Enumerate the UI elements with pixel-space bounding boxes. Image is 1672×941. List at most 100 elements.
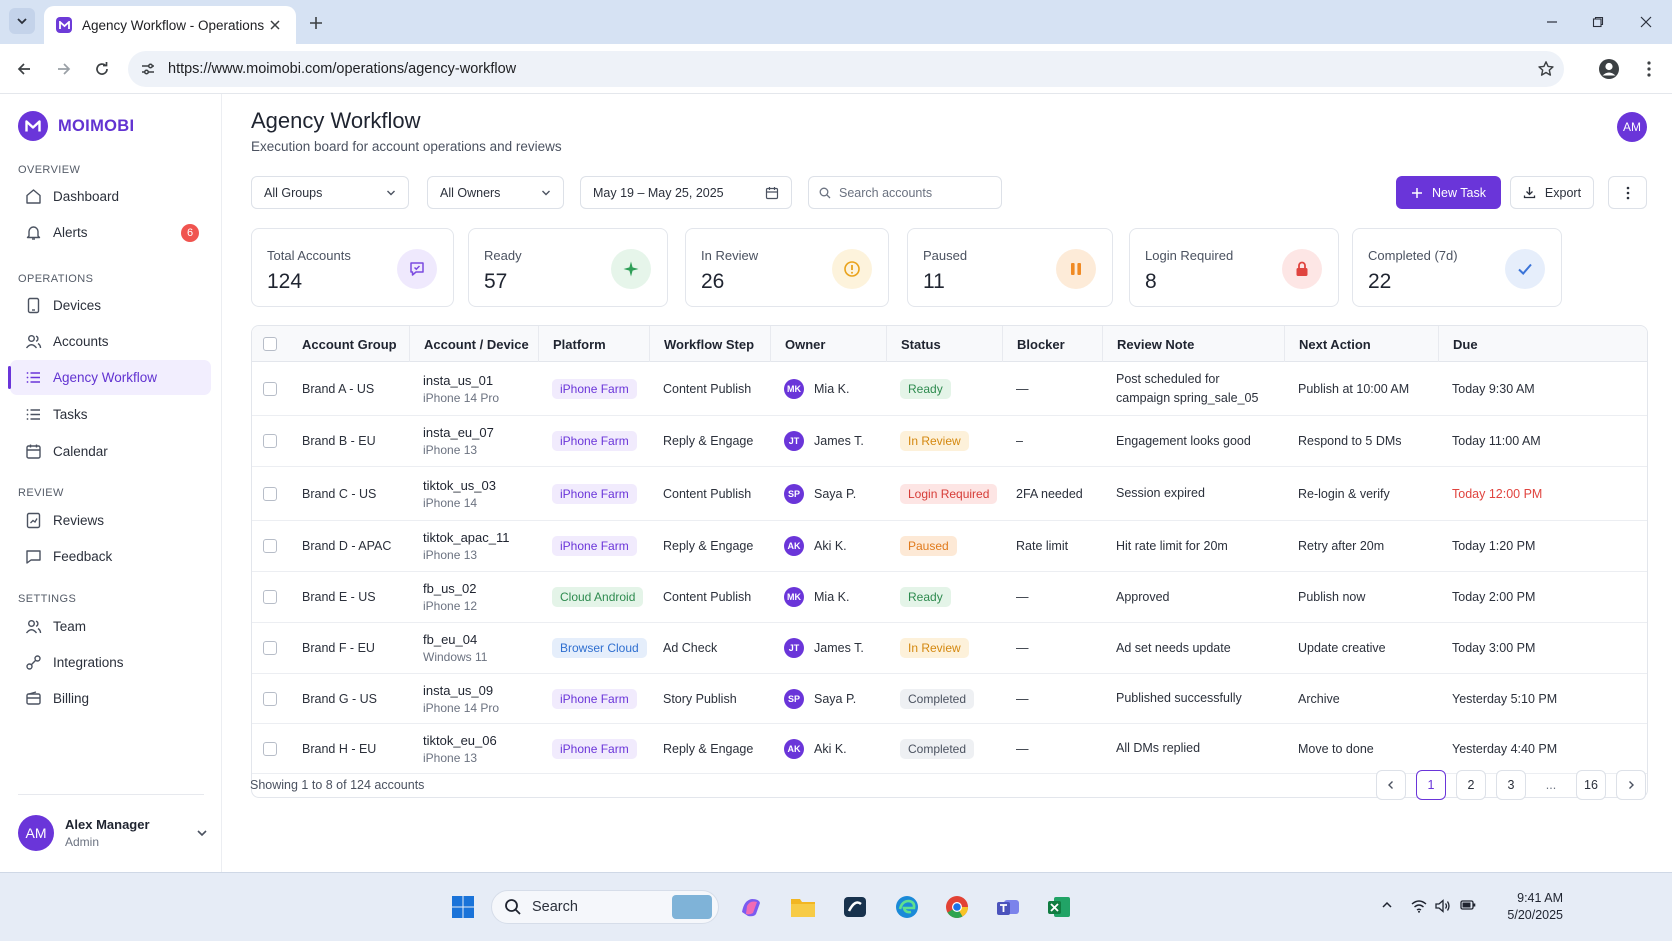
row-checkbox[interactable] [263,741,277,756]
forward-arrow-icon[interactable] [52,57,76,81]
sidebar-item-team[interactable]: Team [10,609,211,644]
sidebar-item-dashboard[interactable]: Dashboard [10,179,211,214]
new-tab-icon[interactable] [304,11,328,35]
system-clock[interactable]: 9:41 AM 5/20/2025 [1483,890,1563,924]
kpi-card[interactable]: Paused 11 [907,228,1113,307]
account-name[interactable]: tiktok_eu_06 [423,733,497,748]
edge-icon[interactable] [892,892,922,922]
kpi-card[interactable]: Login Required 8 [1129,228,1339,307]
row-checkbox[interactable] [263,434,277,448]
sidebar-item-reviews[interactable]: Reviews [10,503,211,538]
sidebar-item-feedback[interactable]: Feedback [10,539,211,574]
sidebar-item-calendar[interactable]: Calendar [10,434,211,469]
column-header[interactable]: Due [1438,326,1647,362]
page-button-1[interactable]: 1 [1416,770,1446,800]
previous-page-button[interactable] [1376,770,1406,800]
column-header[interactable]: Owner [770,326,886,362]
user-menu[interactable]: AM Alex Manager Admin [18,810,208,856]
table-row[interactable]: Brand G - US insta_us_09 iPhone 14 Pro iPho… [252,674,1647,724]
page-button-3[interactable]: 3 [1496,770,1526,800]
table-row[interactable]: Brand C - US tiktok_us_03 iPhone 14 iPhone … [252,467,1647,521]
select-all-checkbox[interactable] [263,337,277,351]
back-arrow-icon[interactable] [12,57,36,81]
row-checkbox[interactable] [263,590,277,604]
kpi-card[interactable]: Ready 57 [468,228,668,307]
column-header[interactable]: Platform [538,326,649,362]
store-app-icon[interactable] [840,892,870,922]
browser-menu-icon[interactable] [1637,57,1661,81]
sidebar-item-tasks[interactable]: Tasks [10,397,211,432]
avatar[interactable]: AM [1617,112,1647,142]
row-checkbox[interactable] [263,381,277,396]
column-header[interactable]: Review Note [1102,326,1284,362]
profile-icon[interactable] [1597,57,1621,81]
more-options-button[interactable] [1608,176,1647,209]
account-name[interactable]: tiktok_apac_11 [423,530,510,545]
group-filter-select[interactable]: All Groups [251,176,409,209]
table-row[interactable]: Brand A - US insta_us_01 iPhone 14 Pro iPho… [252,362,1647,416]
owner-filter-select[interactable]: All Owners [427,176,564,209]
table-row[interactable]: Brand B - EU insta_eu_07 iPhone 13 iPhone F… [252,416,1647,467]
column-header[interactable]: Workflow Step [649,326,770,362]
sidebar-item-integrations[interactable]: Integrations [10,645,211,680]
account-name[interactable]: insta_us_09 [423,683,493,698]
chrome-icon[interactable] [942,892,972,922]
file-explorer-icon[interactable] [788,892,818,922]
sidebar-item-agency-workflow[interactable]: Agency Workflow [8,360,211,395]
close-window-icon[interactable] [1634,10,1658,34]
tab-list-button[interactable] [9,8,35,34]
column-header[interactable]: Account / Device [409,326,538,362]
close-tab-icon[interactable] [266,16,284,34]
browser-tab[interactable]: Agency Workflow - Operations [44,6,296,44]
minimize-icon[interactable] [1540,10,1564,34]
kpi-card[interactable]: Total Accounts 124 [251,228,454,307]
table-row[interactable]: Brand F - EU fb_eu_04 Windows 11 Browser Cl… [252,623,1647,674]
teams-icon[interactable] [993,892,1023,922]
brand[interactable]: MOIMOBI [18,111,134,141]
new-task-button[interactable]: New Task [1396,176,1501,209]
row-checkbox[interactable] [263,691,277,706]
account-name[interactable]: tiktok_us_03 [423,478,496,493]
next-page-button[interactable] [1616,770,1646,800]
sidebar-item-devices[interactable]: Devices [10,288,211,323]
chevron-up-icon[interactable] [1378,899,1396,911]
bookmark-star-icon[interactable] [1528,60,1564,78]
account-name[interactable]: fb_eu_04 [423,632,477,647]
page-button-2[interactable]: 2 [1456,770,1486,800]
kpi-card[interactable]: In Review 26 [685,228,889,307]
column-header[interactable]: Blocker [1002,326,1102,362]
table-row[interactable]: Brand D - APAC tiktok_apac_11 iPhone 13 iPh… [252,521,1647,572]
column-header[interactable]: Account Group [288,326,409,362]
site-settings-icon[interactable] [128,61,168,77]
reload-icon[interactable] [90,57,114,81]
search-input[interactable] [839,185,989,200]
restore-icon[interactable] [1586,10,1610,34]
export-button[interactable]: Export [1510,176,1594,209]
copilot-icon[interactable] [736,892,766,922]
kpi-card[interactable]: Completed (7d) 22 [1352,228,1562,307]
column-header[interactable]: Status [886,326,1002,362]
table-row[interactable]: Brand E - US fb_us_02 iPhone 12 Cloud Andro… [252,572,1647,623]
taskbar-search[interactable]: Search [491,890,719,924]
excel-icon[interactable] [1044,892,1074,922]
battery-icon[interactable] [1459,899,1477,911]
column-header[interactable]: Next Action [1284,326,1438,362]
address-bar[interactable]: https://www.moimobi.com/operations/agenc… [128,51,1564,87]
row-checkbox[interactable] [263,641,277,655]
account-name[interactable]: insta_us_01 [423,373,493,388]
status-badge: Completed [900,738,975,759]
row-checkbox[interactable] [263,486,277,501]
account-name[interactable]: insta_eu_07 [423,425,494,440]
volume-icon[interactable] [1434,899,1452,913]
sidebar-item-alerts[interactable]: Alerts 6 [10,215,211,250]
account-name[interactable]: fb_us_02 [423,581,477,596]
row-checkbox[interactable] [263,539,277,553]
sidebar-item-billing[interactable]: Billing [10,681,211,716]
sidebar-item-accounts[interactable]: Accounts [10,324,211,359]
table-row[interactable]: Brand H - EU tiktok_eu_06 iPhone 13 iPhone … [252,724,1647,774]
page-button-16[interactable]: 16 [1576,770,1606,800]
wifi-icon[interactable] [1410,899,1428,913]
date-range-picker[interactable]: May 19 – May 25, 2025 [580,176,792,209]
search-accounts-field[interactable] [808,176,1002,209]
windows-start-icon[interactable] [448,892,478,922]
